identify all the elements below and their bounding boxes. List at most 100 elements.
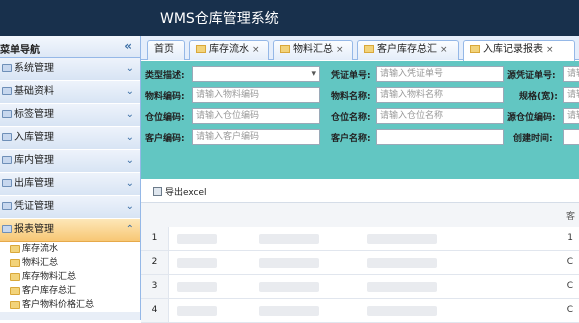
location-name-input[interactable]: 请输入仓位名称	[376, 108, 504, 124]
tab-label: 库存流水	[209, 44, 249, 55]
tab-label: 客户库存总汇	[377, 44, 437, 55]
folder-icon	[10, 301, 20, 309]
type-select[interactable]	[192, 66, 320, 82]
sidebar-item-label: 标签管理	[14, 109, 54, 120]
material-code-label: 物料编码:	[145, 92, 185, 102]
spec-label: 规格(宽):	[519, 92, 558, 102]
redacted-cell	[177, 306, 217, 316]
table-row[interactable]: 2 C	[141, 251, 579, 275]
sidebar-item-label: 库内管理	[14, 155, 54, 166]
export-excel-button[interactable]: 导出excel	[153, 185, 207, 198]
tab-label: 物料汇总	[293, 44, 333, 55]
reports-submenu: 库存流水 物料汇总 库存物料汇总 客户库存总汇 客户物料价格汇总	[0, 242, 140, 312]
sidebar-item-vouchers[interactable]: 凭证管理 ⌄	[0, 196, 140, 219]
sidebar-item-label: 凭证管理	[14, 201, 54, 212]
sidebar-item-inbound[interactable]: 入库管理 ⌄	[0, 127, 140, 150]
row-number: 3	[141, 275, 169, 298]
folder-icon	[2, 110, 12, 118]
submenu-item-label: 库存流水	[22, 244, 59, 254]
submenu-item-stock-material-summary[interactable]: 库存物料汇总	[0, 270, 140, 284]
material-name-label: 物料名称:	[331, 92, 371, 102]
sidebar-item-basic-data[interactable]: 基础资料 ⌄	[0, 81, 140, 104]
folder-icon	[196, 45, 206, 53]
redacted-cell	[367, 282, 437, 292]
table-row[interactable]: 1 1	[141, 227, 579, 251]
tab-bar: 首页 库存流水 × 物料汇总 × 客户库存总汇 × 入库记录报表 ×	[141, 36, 579, 61]
submenu-item-stock-flow[interactable]: 库存流水	[0, 242, 140, 256]
column-header: 客	[565, 212, 575, 222]
chevron-down-icon[interactable]: ⌄	[126, 104, 134, 126]
close-icon[interactable]: ×	[546, 45, 554, 55]
folder-icon	[2, 179, 12, 187]
create-time-input[interactable]	[563, 129, 579, 145]
filter-row: 物料编码: 请输入物料编码 物料名称: 请输入物料名称 规格(宽): 请输	[141, 87, 579, 103]
customer-code-input[interactable]: 请输入客户编码	[192, 129, 320, 145]
sidebar-item-label: 出库管理	[14, 178, 54, 189]
double-chevron-left-icon[interactable]: «	[124, 39, 132, 53]
app-title: WMS仓库管理系统	[160, 11, 279, 27]
source-location-input[interactable]: 请输	[563, 108, 579, 124]
sidebar-item-outbound[interactable]: 出库管理 ⌄	[0, 173, 140, 196]
customer-name-label: 客户名称:	[331, 134, 371, 144]
tab-label: 入库记录报表	[483, 44, 543, 55]
redacted-cell	[259, 282, 319, 292]
chevron-down-icon[interactable]: ⌄	[126, 58, 134, 80]
chevron-down-icon[interactable]: ⌄	[126, 173, 134, 195]
filter-row: 类型描述: 凭证单号: 请输入凭证单号 源凭证单号: 请输	[141, 66, 579, 82]
submenu-item-customer-price-summary[interactable]: 客户物料价格汇总	[0, 298, 140, 312]
chevron-up-icon[interactable]: ⌃	[126, 219, 134, 241]
row-number: 4	[141, 299, 169, 322]
table-row[interactable]: 4 C	[141, 299, 579, 323]
sidebar: 菜单导航 « 系统管理 ⌄ 基础资料 ⌄ 标签管理 ⌄ 入库管理 ⌄ 库内管理 …	[0, 36, 141, 320]
sidebar-item-reports[interactable]: 报表管理 ⌃	[0, 219, 140, 242]
chevron-down-icon[interactable]: ⌄	[126, 150, 134, 172]
tab-customer-stock-summary[interactable]: 客户库存总汇 ×	[357, 40, 459, 60]
tab-home[interactable]: 首页	[147, 40, 185, 60]
submenu-item-label: 物料汇总	[22, 258, 59, 268]
submenu-item-material-summary[interactable]: 物料汇总	[0, 256, 140, 270]
table-row[interactable]: 3 C	[141, 275, 579, 299]
source-voucher-label: 源凭证单号:	[507, 71, 556, 81]
redacted-cell	[259, 306, 319, 316]
folder-icon	[10, 273, 20, 281]
chevron-down-icon[interactable]: ⌄	[126, 196, 134, 218]
material-name-input[interactable]: 请输入物料名称	[376, 87, 504, 103]
sidebar-title: 菜单导航	[0, 45, 40, 56]
close-icon[interactable]: ×	[440, 45, 448, 55]
voucher-input[interactable]: 请输入凭证单号	[376, 66, 504, 82]
source-voucher-input[interactable]: 请输	[563, 66, 579, 82]
close-icon[interactable]: ×	[336, 45, 344, 55]
folder-icon	[2, 87, 12, 95]
sidebar-item-system[interactable]: 系统管理 ⌄	[0, 58, 140, 81]
filter-panel: 类型描述: 凭证单号: 请输入凭证单号 源凭证单号: 请输 物料编码: 请输入物…	[141, 61, 579, 179]
tab-inbound-report[interactable]: 入库记录报表 ×	[463, 40, 575, 61]
chevron-down-icon[interactable]: ⌄	[126, 81, 134, 103]
location-code-label: 仓位编码:	[145, 113, 185, 123]
customer-name-input[interactable]	[376, 129, 504, 145]
folder-icon	[470, 45, 480, 53]
material-code-input[interactable]: 请输入物料编码	[192, 87, 320, 103]
tab-material-summary[interactable]: 物料汇总 ×	[273, 40, 353, 60]
table-cell: C	[566, 281, 573, 291]
submenu-item-customer-stock-summary[interactable]: 客户库存总汇	[0, 284, 140, 298]
filter-row: 仓位编码: 请输入仓位编码 仓位名称: 请输入仓位名称 源仓位编码: 请输	[141, 108, 579, 124]
sidebar-item-labels[interactable]: 标签管理 ⌄	[0, 104, 140, 127]
tab-stock-flow[interactable]: 库存流水 ×	[189, 40, 269, 60]
chevron-down-icon[interactable]: ⌄	[126, 127, 134, 149]
table-cell: C	[566, 257, 573, 267]
create-time-label: 创建时间:	[513, 134, 553, 144]
location-code-input[interactable]: 请输入仓位编码	[192, 108, 320, 124]
redacted-cell	[259, 234, 319, 244]
printer-icon	[153, 187, 162, 196]
sidebar-header: 菜单导航 «	[0, 36, 140, 58]
close-icon[interactable]: ×	[252, 45, 260, 55]
folder-icon	[2, 202, 12, 210]
folder-icon	[10, 287, 20, 295]
sidebar-item-label: 入库管理	[14, 132, 54, 143]
spec-input[interactable]: 请输	[563, 87, 579, 103]
submenu-item-label: 库存物料汇总	[22, 272, 77, 282]
type-label: 类型描述:	[145, 71, 185, 81]
sidebar-item-in-warehouse[interactable]: 库内管理 ⌄	[0, 150, 140, 173]
row-number: 2	[141, 251, 169, 274]
folder-icon	[2, 225, 12, 233]
